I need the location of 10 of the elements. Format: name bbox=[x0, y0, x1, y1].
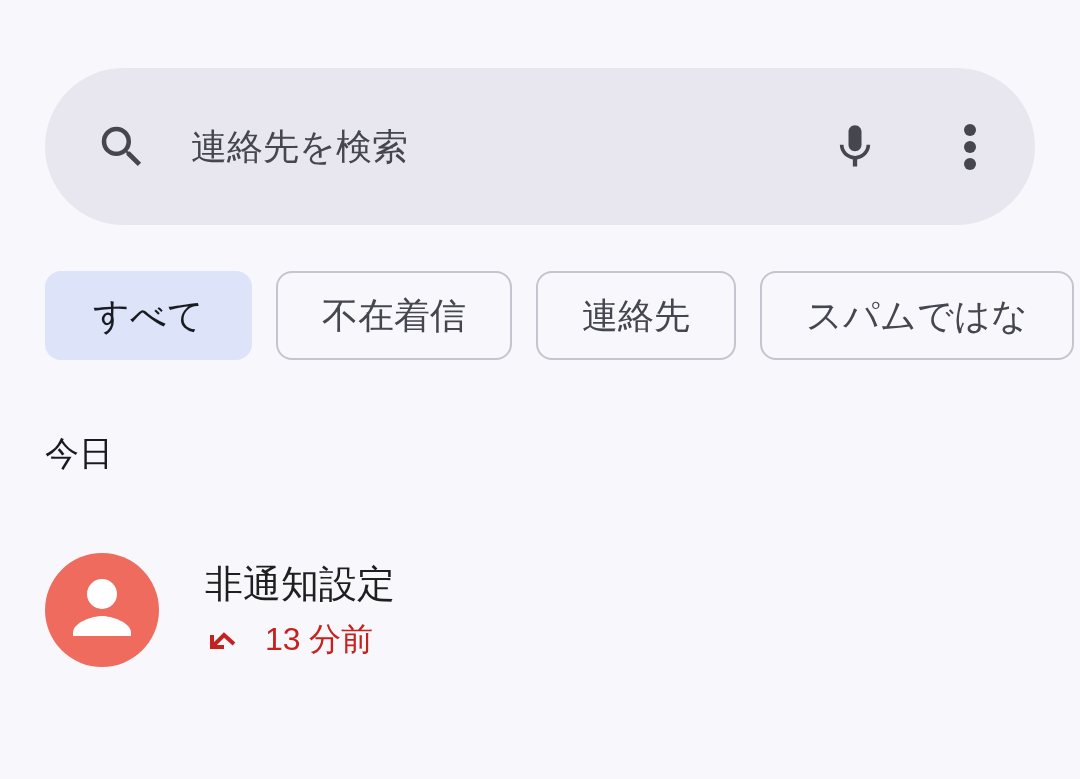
filter-chip[interactable]: 連絡先 bbox=[536, 271, 736, 360]
filter-chip[interactable]: スパムではな bbox=[760, 271, 1074, 360]
more-options-icon[interactable] bbox=[963, 122, 977, 171]
call-time: 13 分前 bbox=[265, 619, 374, 659]
search-input[interactable]: 連絡先を検索 bbox=[191, 119, 829, 174]
section-header: 今日 bbox=[45, 433, 113, 474]
avatar-icon[interactable] bbox=[45, 553, 159, 667]
filter-chip[interactable]: 不在着信 bbox=[276, 271, 512, 360]
filter-chip[interactable]: すべて bbox=[45, 271, 252, 360]
caller-name: 非通知設定 bbox=[205, 562, 395, 608]
